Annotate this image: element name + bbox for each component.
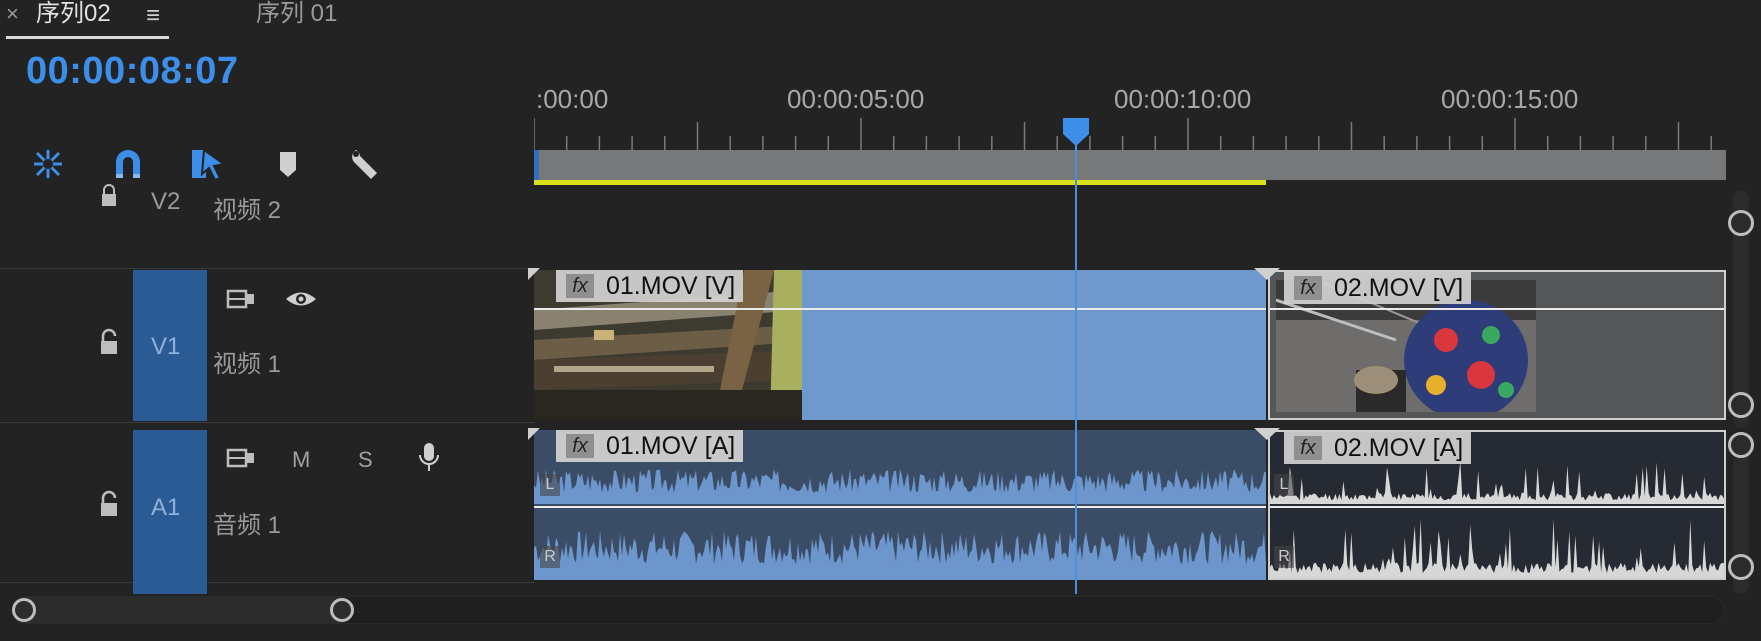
audio-clip-02[interactable]: L R fx 02.MOV [A] [1268, 430, 1726, 580]
timeline-zoom-thumb[interactable] [12, 596, 352, 624]
clip-start-marker [528, 268, 540, 280]
track-id-v1[interactable]: V1 [151, 333, 180, 361]
linked-selection-icon[interactable] [188, 144, 228, 184]
settings-wrench-icon[interactable] [346, 144, 386, 184]
toggle-output-eye-icon[interactable] [284, 282, 318, 316]
audio-waveform-left [1270, 460, 1724, 504]
fx-badge: fx [1294, 276, 1322, 300]
tab-menu-icon[interactable]: ≡ [146, 2, 160, 30]
fx-badge: fx [1294, 436, 1322, 460]
track-id-v2[interactable]: V2 [151, 188, 180, 216]
tab-active-indicator [6, 36, 169, 39]
channel-right-label: R [1274, 546, 1294, 568]
lock-open-icon[interactable] [92, 488, 126, 522]
clip-start-marker [528, 428, 540, 440]
video-clip-02[interactable]: fx 02.MOV [V] [1268, 270, 1726, 420]
video-scroll-handle-top[interactable] [1728, 210, 1754, 236]
lock-open-icon[interactable] [92, 326, 126, 360]
playhead-handle[interactable] [1063, 118, 1089, 146]
playhead-line[interactable] [1075, 122, 1077, 594]
work-area-bar[interactable] [534, 150, 1726, 180]
clip-opacity-line[interactable] [534, 308, 1266, 310]
track-separator [0, 268, 534, 269]
ripple-edit-icon[interactable] [28, 144, 68, 184]
video-scroll-handle-bottom[interactable] [1728, 392, 1754, 418]
edit-point-marker [1254, 268, 1280, 280]
track-id-a1[interactable]: A1 [151, 494, 180, 522]
audio-scroll-handle-bottom[interactable] [1728, 554, 1754, 580]
channel-left-label: L [540, 474, 560, 496]
waveform-shape [1270, 519, 1724, 578]
work-area-start-marker[interactable] [534, 150, 539, 180]
tab-close-icon[interactable]: × [6, 2, 19, 26]
audio-scroll-handle-top[interactable] [1728, 432, 1754, 458]
voice-over-mic-icon[interactable] [412, 440, 446, 474]
track-name-v2: 视频 2 [213, 197, 282, 224]
clip-title: fx 01.MOV [V] [556, 270, 744, 302]
zoom-handle-right[interactable] [330, 598, 354, 622]
channel-right-label: R [540, 546, 560, 568]
edit-point-marker [1254, 428, 1280, 440]
clip-title: fx 02.MOV [V] [1284, 272, 1472, 304]
zoom-handle-left[interactable] [12, 598, 36, 622]
fx-badge: fx [566, 274, 594, 298]
add-marker-icon[interactable] [268, 144, 308, 184]
fx-badge: fx [566, 434, 594, 458]
clip-opacity-line[interactable] [1270, 308, 1724, 310]
track-name-a1: 音频 1 [213, 512, 282, 539]
sync-lock-icon[interactable] [224, 441, 258, 475]
mute-button[interactable]: M [292, 447, 310, 473]
audio-waveform-right [1270, 518, 1724, 578]
waveform-shape [534, 468, 1266, 504]
track-name-v1: 视频 1 [213, 351, 282, 378]
sync-lock-icon[interactable] [224, 282, 258, 316]
solo-button[interactable]: S [358, 447, 373, 473]
playhead-timecode[interactable]: 00:00:08:07 [26, 50, 239, 93]
audio-clip-01[interactable]: L R fx 01.MOV [A] [534, 430, 1266, 580]
track-separator [0, 582, 534, 583]
time-ruler[interactable] [534, 110, 1726, 150]
audio-waveform-left [534, 460, 1266, 504]
track-separator [0, 422, 534, 423]
audio-waveform-right [534, 518, 1266, 580]
clip-volume-line[interactable] [1270, 506, 1724, 508]
video-clip-01[interactable]: fx 01.MOV [V] [534, 270, 1266, 420]
channel-left-label: L [1274, 474, 1294, 496]
snap-magnet-icon[interactable] [108, 144, 148, 184]
clip-title: fx 02.MOV [A] [1284, 432, 1472, 464]
clip-title: fx 01.MOV [A] [556, 430, 744, 462]
render-status-bar [534, 180, 1266, 185]
waveform-shape [534, 530, 1266, 580]
tab-sequence-02[interactable]: 序列02 [36, 0, 111, 40]
lock-icon[interactable] [92, 180, 126, 206]
tab-sequence-01[interactable]: 序列 01 [256, 0, 337, 40]
clip-volume-line[interactable] [534, 506, 1266, 508]
waveform-shape [1270, 461, 1724, 504]
